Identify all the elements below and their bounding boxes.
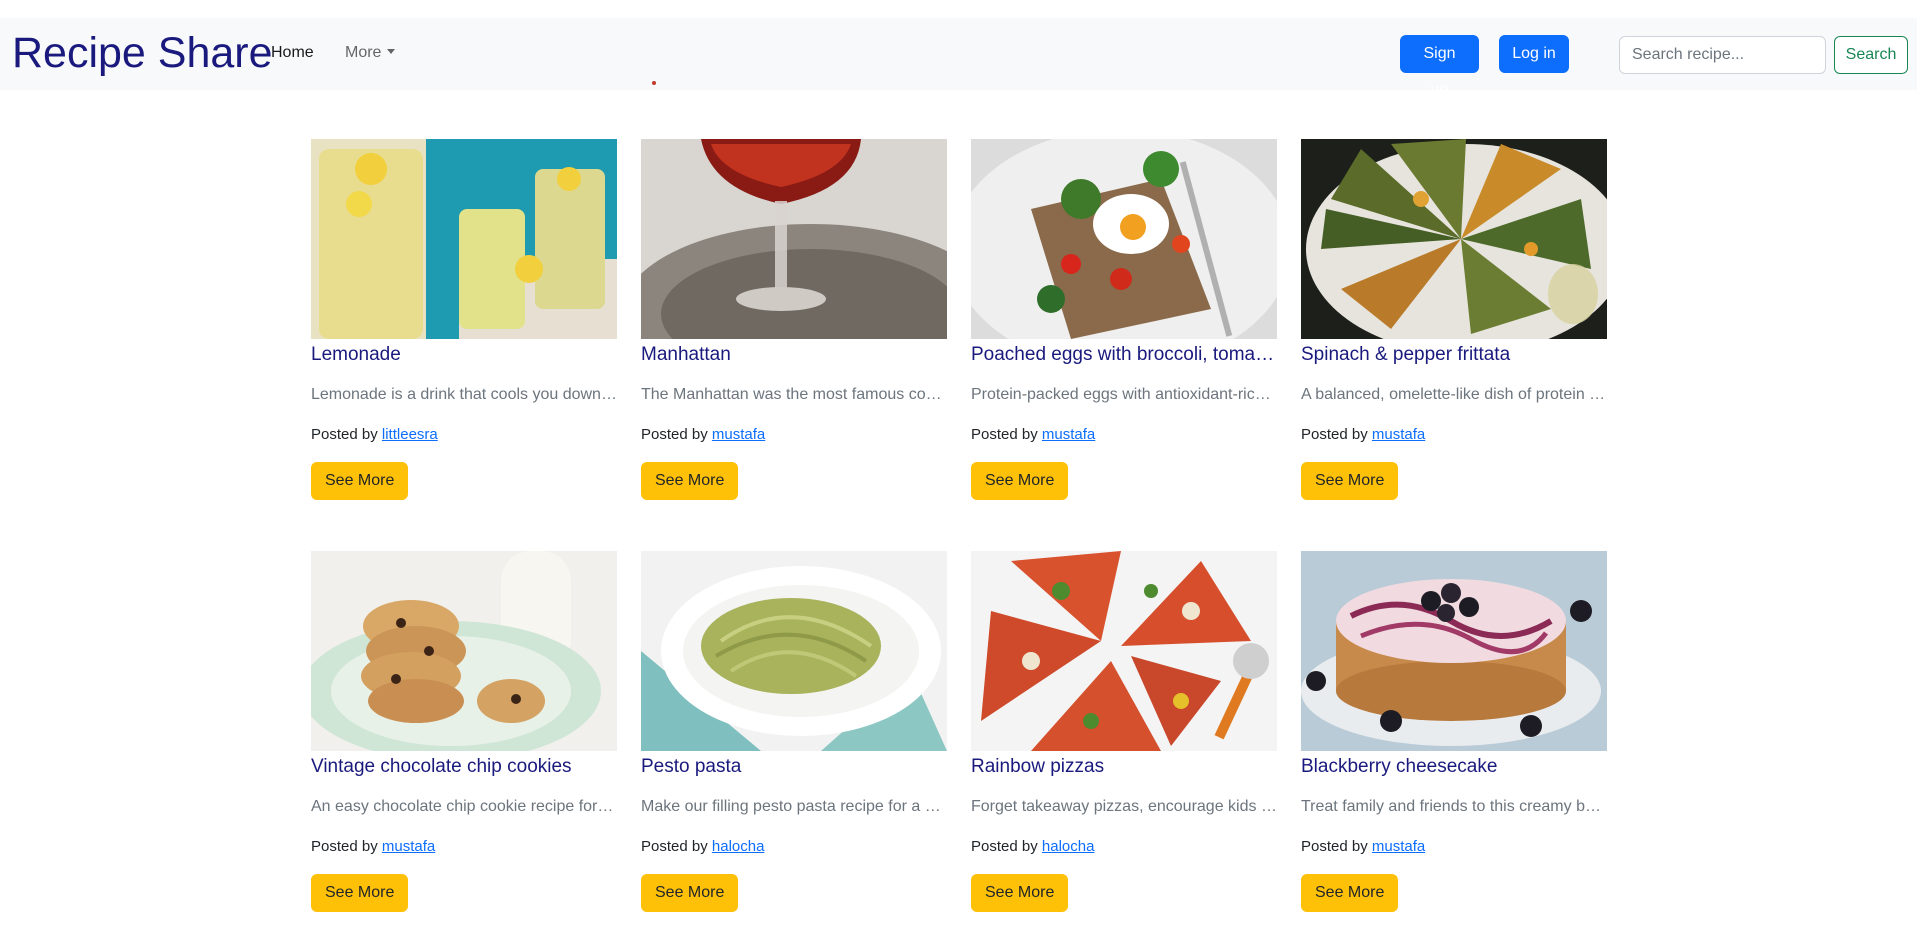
recipe-image-pesto-pasta[interactable] bbox=[641, 551, 947, 751]
nav-more-dropdown[interactable]: More bbox=[345, 44, 396, 62]
recipe-image-manhattan[interactable] bbox=[641, 139, 947, 339]
posted-by: Posted by mustafa bbox=[1301, 837, 1607, 857]
author-link[interactable]: littleesra bbox=[382, 426, 438, 443]
login-button[interactable]: Log in bbox=[1499, 35, 1569, 73]
see-more-button[interactable]: See More bbox=[971, 874, 1069, 912]
recipe-card: Pesto pasta Make our filling pesto pasta… bbox=[641, 551, 947, 912]
brand-logo[interactable]: Recipe Share bbox=[12, 28, 273, 80]
recipe-card: Rainbow pizzas Forget takeaway pizzas, e… bbox=[971, 551, 1277, 912]
recipe-description: Treat family and friends to this creamy … bbox=[1301, 798, 1607, 815]
posted-by: Posted by mustafa bbox=[971, 425, 1277, 445]
recipe-title[interactable]: Blackberry cheesecake bbox=[1301, 755, 1607, 779]
signup-button[interactable]: Sign up bbox=[1400, 35, 1479, 98]
author-link[interactable]: halocha bbox=[712, 838, 765, 855]
recipe-description: An easy chocolate chip cookie recipe for… bbox=[311, 798, 617, 815]
nav-home-link[interactable]: Home bbox=[271, 44, 314, 62]
posted-by-label: Posted by bbox=[641, 838, 708, 855]
author-link[interactable]: mustafa bbox=[1042, 426, 1095, 443]
author-link[interactable]: mustafa bbox=[712, 426, 765, 443]
posted-by: Posted by littleesra bbox=[311, 425, 617, 445]
recipe-card: Manhattan The Manhattan was the most fam… bbox=[641, 139, 947, 500]
see-more-button[interactable]: See More bbox=[641, 874, 739, 912]
posted-by: Posted by mustafa bbox=[1301, 425, 1607, 445]
recipe-card: Spinach & pepper frittata A balanced, om… bbox=[1301, 139, 1607, 500]
posted-by: Posted by mustafa bbox=[311, 837, 617, 857]
recipe-image-blackberry-cheesecake[interactable] bbox=[1301, 551, 1607, 751]
posted-by: Posted by halocha bbox=[641, 837, 947, 857]
see-more-button[interactable]: See More bbox=[1301, 462, 1399, 500]
recipe-description: Lemonade is a drink that cools you down … bbox=[311, 386, 617, 403]
author-link[interactable]: mustafa bbox=[1372, 838, 1425, 855]
recipe-description: Protein-packed eggs with antioxidant-ric… bbox=[971, 386, 1277, 403]
recipe-description: Make our filling pesto pasta recipe for … bbox=[641, 798, 947, 815]
recipe-title[interactable]: Manhattan bbox=[641, 343, 947, 367]
author-link[interactable]: mustafa bbox=[382, 838, 435, 855]
posted-by-label: Posted by bbox=[971, 838, 1038, 855]
search-button[interactable]: Search bbox=[1834, 36, 1908, 74]
recipe-title[interactable]: Vintage chocolate chip cookies bbox=[311, 755, 617, 779]
recipe-image-frittata[interactable] bbox=[1301, 139, 1607, 339]
posted-by-label: Posted by bbox=[641, 426, 708, 443]
posted-by-label: Posted by bbox=[311, 426, 378, 443]
recipe-title[interactable]: Pesto pasta bbox=[641, 755, 947, 779]
recipe-title[interactable]: Lemonade bbox=[311, 343, 617, 367]
see-more-button[interactable]: See More bbox=[1301, 874, 1399, 912]
see-more-button[interactable]: See More bbox=[641, 462, 739, 500]
recipe-description: The Manhattan was the most famous cockta… bbox=[641, 386, 947, 403]
recipe-description: A balanced, omelette-like dish of protei… bbox=[1301, 386, 1607, 403]
posted-by-label: Posted by bbox=[1301, 426, 1368, 443]
recipe-image-rainbow-pizzas[interactable] bbox=[971, 551, 1277, 751]
navbar: Recipe Share Home More Sign up Log in Se… bbox=[0, 18, 1917, 98]
recipe-card: Lemonade Lemonade is a drink that cools … bbox=[311, 139, 617, 500]
recipe-image-poached-eggs[interactable] bbox=[971, 139, 1277, 339]
recipe-title[interactable]: Spinach & pepper frittata bbox=[1301, 343, 1607, 367]
posted-by: Posted by halocha bbox=[971, 837, 1277, 857]
see-more-button[interactable]: See More bbox=[311, 462, 409, 500]
recipe-description: Forget takeaway pizzas, encourage kids t… bbox=[971, 798, 1277, 815]
recipe-card: Vintage chocolate chip cookies An easy c… bbox=[311, 551, 617, 912]
author-link[interactable]: halocha bbox=[1042, 838, 1095, 855]
author-link[interactable]: mustafa bbox=[1372, 426, 1425, 443]
see-more-button[interactable]: See More bbox=[311, 874, 409, 912]
recipe-title[interactable]: Poached eggs with broccoli, tomatoes & w… bbox=[971, 343, 1277, 367]
see-more-button[interactable]: See More bbox=[971, 462, 1069, 500]
stray-dot bbox=[652, 81, 656, 85]
recipe-image-cookies[interactable] bbox=[311, 551, 617, 751]
recipe-card: Blackberry cheesecake Treat family and f… bbox=[1301, 551, 1607, 912]
recipe-card: Poached eggs with broccoli, tomatoes & w… bbox=[971, 139, 1277, 500]
search-input[interactable] bbox=[1619, 36, 1826, 74]
recipe-title[interactable]: Rainbow pizzas bbox=[971, 755, 1277, 779]
posted-by-label: Posted by bbox=[971, 426, 1038, 443]
caret-down-icon bbox=[387, 49, 396, 54]
posted-by: Posted by mustafa bbox=[641, 425, 947, 445]
recipe-image-lemonade[interactable] bbox=[311, 139, 617, 339]
posted-by-label: Posted by bbox=[311, 838, 378, 855]
posted-by-label: Posted by bbox=[1301, 838, 1368, 855]
nav-more-label: More bbox=[345, 44, 382, 61]
